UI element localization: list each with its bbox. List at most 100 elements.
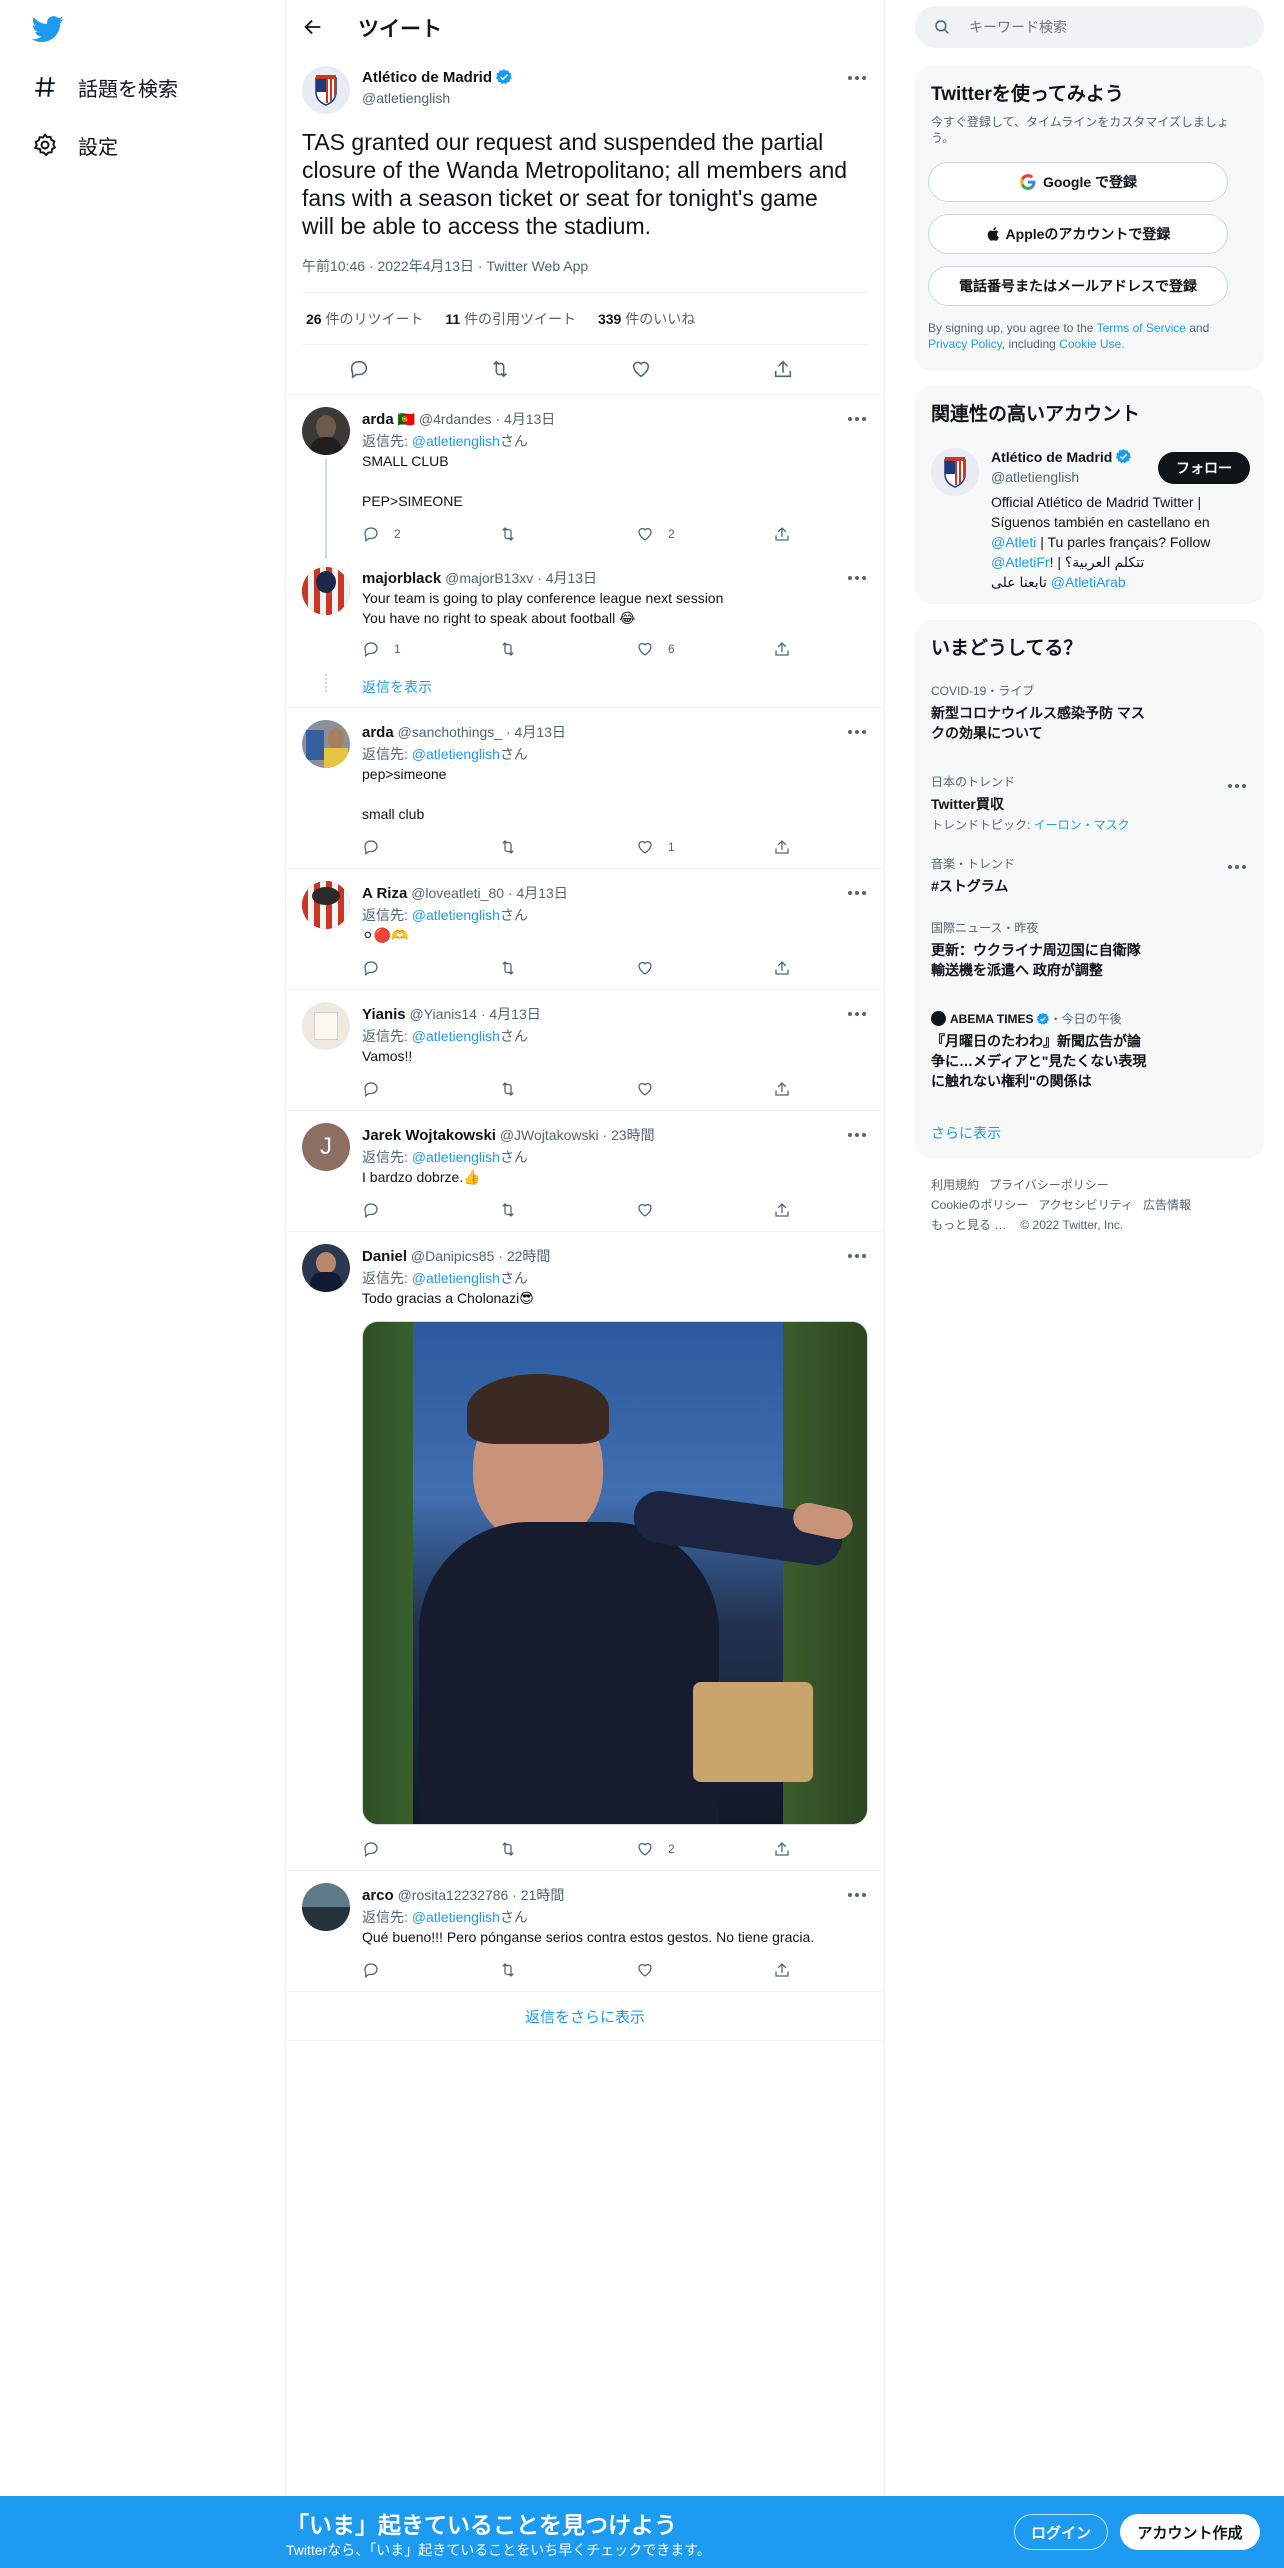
- related-account-handle[interactable]: @atletienglish: [991, 469, 1079, 485]
- reply-to-link[interactable]: @atletienglish: [412, 907, 500, 923]
- reply-author-name[interactable]: arda: [362, 724, 394, 741]
- share-icon[interactable]: [772, 358, 794, 385]
- more-options-icon[interactable]: [848, 1132, 868, 1138]
- more-options-icon[interactable]: [848, 890, 868, 896]
- show-replies-link[interactable]: 返信を表示: [362, 677, 432, 697]
- reply-time[interactable]: 23時間: [611, 1127, 655, 1143]
- bio-link[interactable]: @AtletiArab: [1051, 574, 1126, 590]
- nav-settings[interactable]: 設定: [32, 125, 118, 165]
- share-action[interactable]: [773, 639, 805, 659]
- reply-author-name[interactable]: Yianis: [362, 1006, 406, 1023]
- reply-to-link[interactable]: @atletienglish: [412, 1028, 500, 1044]
- reply-icon[interactable]: [348, 358, 370, 385]
- related-account-name[interactable]: Atlético de Madrid: [991, 448, 1132, 465]
- reply-author-name[interactable]: A Riza: [362, 885, 407, 902]
- more-options-icon[interactable]: [848, 1011, 868, 1017]
- tweet-time[interactable]: 午前10:46: [302, 258, 365, 274]
- reply-action[interactable]: [362, 958, 394, 978]
- reply-tweet[interactable]: Yianis @Yianis14 · 4月13日 返信先: @atletieng…: [286, 990, 884, 1110]
- reply-author-name[interactable]: arco: [362, 1887, 394, 1904]
- bio-link[interactable]: @AtletiFr: [991, 554, 1050, 570]
- reply-tweet[interactable]: arda @sanchothings_ · 4月13日 返信先: @atleti…: [286, 708, 884, 868]
- reply-image[interactable]: [362, 1321, 868, 1825]
- more-options-icon[interactable]: [848, 1892, 868, 1898]
- retweet-action[interactable]: [499, 1839, 531, 1859]
- more-options-icon[interactable]: [848, 75, 868, 81]
- footer-link[interactable]: プライバシーポリシー: [989, 1178, 1109, 1192]
- likes-stat[interactable]: 339 件のいいね: [598, 311, 695, 327]
- reply-author-name[interactable]: Jarek Wojtakowski: [362, 1127, 496, 1144]
- more-options-icon[interactable]: [848, 729, 868, 735]
- phone-email-signup-button[interactable]: 電話番号またはメールアドレスで登録: [928, 266, 1228, 306]
- reply-action[interactable]: [362, 1960, 394, 1980]
- avatar[interactable]: [302, 1002, 350, 1050]
- share-action[interactable]: [773, 958, 805, 978]
- search-box[interactable]: [915, 6, 1264, 48]
- like-action[interactable]: [636, 1960, 668, 1980]
- reply-action[interactable]: [362, 837, 394, 857]
- like-action[interactable]: [636, 1200, 668, 1220]
- follow-button[interactable]: フォロー: [1158, 452, 1250, 484]
- share-action[interactable]: [773, 837, 805, 857]
- reply-tweet[interactable]: Daniel @Danipics85 · 22時間 返信先: @atletien…: [286, 1232, 884, 1870]
- share-action[interactable]: [773, 1079, 805, 1099]
- footer-link[interactable]: 広告情報: [1143, 1198, 1191, 1212]
- author-handle[interactable]: @atletienglish: [362, 90, 450, 106]
- more-options-icon[interactable]: [848, 1253, 868, 1259]
- avatar[interactable]: [302, 1244, 350, 1292]
- like-action[interactable]: [636, 958, 668, 978]
- reply-to-link[interactable]: @atletienglish: [412, 1270, 500, 1286]
- reply-tweet[interactable]: arda 🇵🇹 @4rdandes · 4月13日 返信先: @atletien…: [286, 395, 884, 559]
- retweet-action[interactable]: [499, 639, 531, 659]
- reply-handle[interactable]: @Yianis14: [410, 1006, 477, 1022]
- reply-to-link[interactable]: @atletienglish: [412, 1149, 500, 1165]
- reply-time[interactable]: 4月13日: [489, 1006, 540, 1022]
- back-arrow-icon[interactable]: [300, 14, 326, 40]
- reply-time[interactable]: 4月13日: [515, 724, 566, 740]
- retweet-action[interactable]: [499, 837, 531, 857]
- bio-link[interactable]: @Atleti: [991, 534, 1036, 550]
- like-icon[interactable]: [630, 358, 652, 385]
- reply-time[interactable]: 22時間: [507, 1248, 551, 1264]
- trend-more-icon[interactable]: [1228, 864, 1248, 870]
- reply-handle[interactable]: @rosita12232786: [398, 1887, 509, 1903]
- reply-handle[interactable]: @loveatleti_80: [411, 885, 504, 901]
- avatar[interactable]: [302, 567, 350, 615]
- reply-time[interactable]: 4月13日: [546, 570, 597, 586]
- like-action[interactable]: 1: [636, 837, 675, 857]
- like-action[interactable]: 2: [636, 1839, 675, 1859]
- trend-item[interactable]: ABEMA TIMES ・今日の午後 『月曜日のたわわ』新聞広告が論 争に…メディ…: [931, 1010, 1251, 1091]
- avatar[interactable]: [302, 720, 350, 768]
- reply-tweet[interactable]: majorblack @majorB13xv · 4月13日 Your team…: [286, 558, 884, 708]
- search-input[interactable]: [969, 19, 1229, 35]
- footer-more-link[interactable]: もっと見る …: [931, 1218, 1006, 1232]
- show-more-replies-link[interactable]: 返信をさらに表示: [286, 2006, 884, 2027]
- nav-explore[interactable]: 話題を検索: [32, 67, 178, 107]
- share-action[interactable]: [773, 1839, 805, 1859]
- share-action[interactable]: [773, 1200, 805, 1220]
- trend-item[interactable]: 音楽・トレンド #ストグラム: [931, 855, 1251, 896]
- cookie-link[interactable]: Cookie Use.: [1059, 337, 1124, 351]
- reply-time[interactable]: 4月13日: [516, 885, 567, 901]
- reply-action[interactable]: [362, 1839, 394, 1859]
- trend-more-icon[interactable]: [1228, 783, 1248, 789]
- retweets-stat[interactable]: 26 件のリツイート: [306, 311, 423, 327]
- login-button[interactable]: ログイン: [1014, 2514, 1108, 2550]
- reply-author-name[interactable]: Daniel: [362, 1248, 407, 1265]
- trend-item[interactable]: 国際ニュース・昨夜 更新：ウクライナ周辺国に自衛隊 輸送機を派遣へ 政府が調整: [931, 919, 1251, 980]
- show-more-trends-link[interactable]: さらに表示: [931, 1123, 1001, 1143]
- reply-action[interactable]: 2: [362, 524, 401, 544]
- share-action[interactable]: [773, 1960, 805, 1980]
- twitter-logo-icon[interactable]: [31, 13, 64, 45]
- retweet-action[interactable]: [499, 524, 531, 544]
- retweet-action[interactable]: [499, 958, 531, 978]
- reply-handle[interactable]: @Danipics85: [411, 1248, 494, 1264]
- privacy-link[interactable]: Privacy Policy: [928, 337, 1002, 351]
- trend-item[interactable]: COVID-19・ライブ 新型コロナウイルス感染予防 マス クの効果について: [931, 682, 1251, 743]
- reply-handle[interactable]: @4rdandes: [419, 411, 492, 427]
- retweet-action[interactable]: [499, 1079, 531, 1099]
- reply-handle[interactable]: @sanchothings_: [398, 724, 503, 740]
- google-signup-button[interactable]: Google で登録: [928, 162, 1228, 202]
- trend-topic-link[interactable]: イーロン・マスク: [1034, 818, 1130, 832]
- reply-tweet[interactable]: J Jarek Wojtakowski @JWojtakowski · 23時間…: [286, 1111, 884, 1231]
